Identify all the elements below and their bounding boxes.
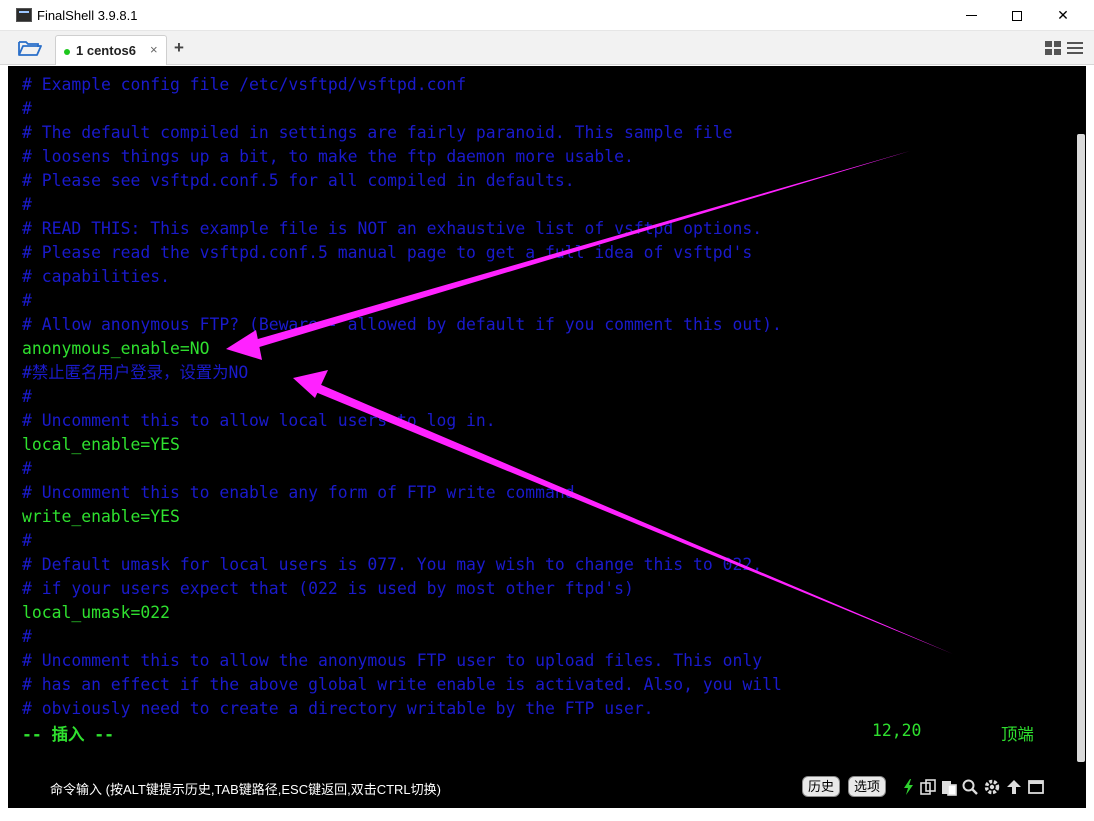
title-bar: FinalShell 3.9.8.1 ✕	[0, 0, 1094, 31]
config-comment-line: # Example config file /etc/vsftpd/vsftpd…	[22, 75, 467, 94]
config-comment-line: #	[22, 99, 32, 118]
gear-icon[interactable]	[983, 778, 1001, 796]
terminal-text: # Example config file /etc/vsftpd/vsftpd…	[22, 73, 782, 721]
close-icon: ✕	[1057, 7, 1069, 23]
minimize-button[interactable]	[948, 0, 994, 31]
config-comment-line: # READ THIS: This example file is NOT an…	[22, 219, 763, 238]
tab-centos6[interactable]: 1 centos6 ×	[55, 35, 167, 65]
config-comment-line: # loosens things up a bit, to make the f…	[22, 147, 634, 166]
config-comment-line: # has an effect if the above global writ…	[22, 675, 782, 694]
terminal-scrollbar[interactable]	[1076, 66, 1086, 766]
config-comment-line: # Allow anonymous FTP? (Beware - allowed…	[22, 315, 782, 334]
config-setting-line: local_enable=YES	[22, 435, 180, 454]
lightning-icon[interactable]	[900, 778, 918, 796]
tab-label: 1 centos6	[76, 43, 136, 58]
minimize-icon	[965, 15, 977, 16]
copy-icon[interactable]	[919, 778, 937, 796]
window-border-left	[0, 65, 8, 808]
config-setting-line: write_enable=YES	[22, 507, 180, 526]
config-comment-line: # Default umask for local users is 077. …	[22, 555, 763, 574]
maximize-button[interactable]	[994, 0, 1040, 31]
tab-close-icon[interactable]: ×	[150, 42, 158, 57]
config-comment-line: # capabilities.	[22, 267, 171, 286]
config-comment-line: #	[22, 195, 32, 214]
command-input-hint[interactable]: 命令输入 (按ALT键提示历史,TAB键路径,ESC键返回,双击CTRL切换)	[50, 779, 441, 798]
history-button[interactable]: 历史	[802, 776, 841, 797]
app-terminal-icon	[16, 8, 32, 22]
config-comment-line: # The default compiled in settings are f…	[22, 123, 733, 142]
window-border-bottom	[0, 808, 1094, 821]
up-arrow-icon[interactable]	[1005, 778, 1023, 796]
options-button[interactable]: 选项	[848, 776, 887, 797]
config-comment-line: # if your users expect that (022 is used…	[22, 579, 634, 598]
window-title: FinalShell 3.9.8.1	[37, 8, 138, 23]
cursor-position: 12,20	[872, 721, 922, 740]
config-comment-line: # Uncomment this to allow the anonymous …	[22, 651, 763, 670]
config-comment-line: #	[22, 627, 32, 646]
add-tab-button[interactable]: +	[174, 38, 184, 58]
connection-status-dot	[64, 49, 70, 55]
config-comment-line: # Please see vsftpd.conf.5 for all compi…	[22, 171, 575, 190]
config-comment-line: #禁止匿名用户登录，设置为NO	[22, 363, 249, 382]
config-comment-line: #	[22, 291, 32, 310]
config-setting-line: anonymous_enable=NO	[22, 339, 210, 358]
window-border-right	[1086, 65, 1094, 808]
config-comment-line: # Please read the vsftpd.conf.5 manual p…	[22, 243, 753, 262]
scrollbar-thumb[interactable]	[1077, 134, 1085, 762]
layout-grid-icon[interactable]	[1045, 41, 1061, 55]
close-button[interactable]: ✕	[1040, 0, 1086, 31]
window-icon[interactable]	[1027, 778, 1045, 796]
config-comment-line: #	[22, 459, 32, 478]
config-comment-line: # Uncomment this to enable any form of F…	[22, 483, 585, 502]
search-icon[interactable]	[961, 778, 979, 796]
terminal-pane[interactable]: # Example config file /etc/vsftpd/vsftpd…	[8, 66, 1086, 766]
paste-icon[interactable]	[940, 778, 958, 796]
vim-mode-indicator: -- 插入 --	[22, 725, 114, 744]
config-comment-line: #	[22, 387, 32, 406]
folder-open-icon[interactable]	[18, 39, 42, 57]
config-comment-line: # Uncomment this to allow local users to…	[22, 411, 496, 430]
menu-icon[interactable]	[1067, 41, 1083, 55]
config-comment-line: #	[22, 531, 32, 550]
tab-bar: 1 centos6 × +	[0, 31, 1094, 65]
config-comment-line: # obviously need to create a directory w…	[22, 699, 654, 718]
maximize-icon	[1012, 10, 1022, 21]
config-setting-line: local_umask=022	[22, 603, 171, 622]
scroll-position: 顶端	[1001, 725, 1034, 744]
command-input-bar[interactable]: 命令输入 (按ALT键提示历史,TAB键路径,ESC键返回,双击CTRL切换) …	[8, 766, 1086, 808]
